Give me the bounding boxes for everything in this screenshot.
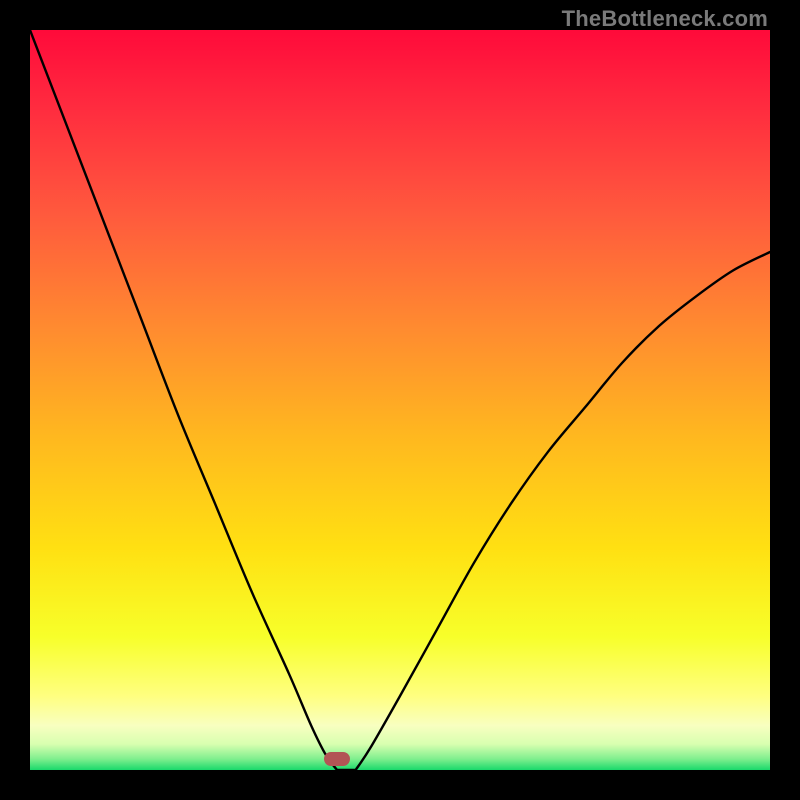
watermark-text: TheBottleneck.com	[562, 6, 768, 32]
optimum-marker	[324, 752, 350, 766]
chart-frame: TheBottleneck.com	[0, 0, 800, 800]
plot-area	[30, 30, 770, 770]
bottleneck-curve	[30, 30, 770, 770]
